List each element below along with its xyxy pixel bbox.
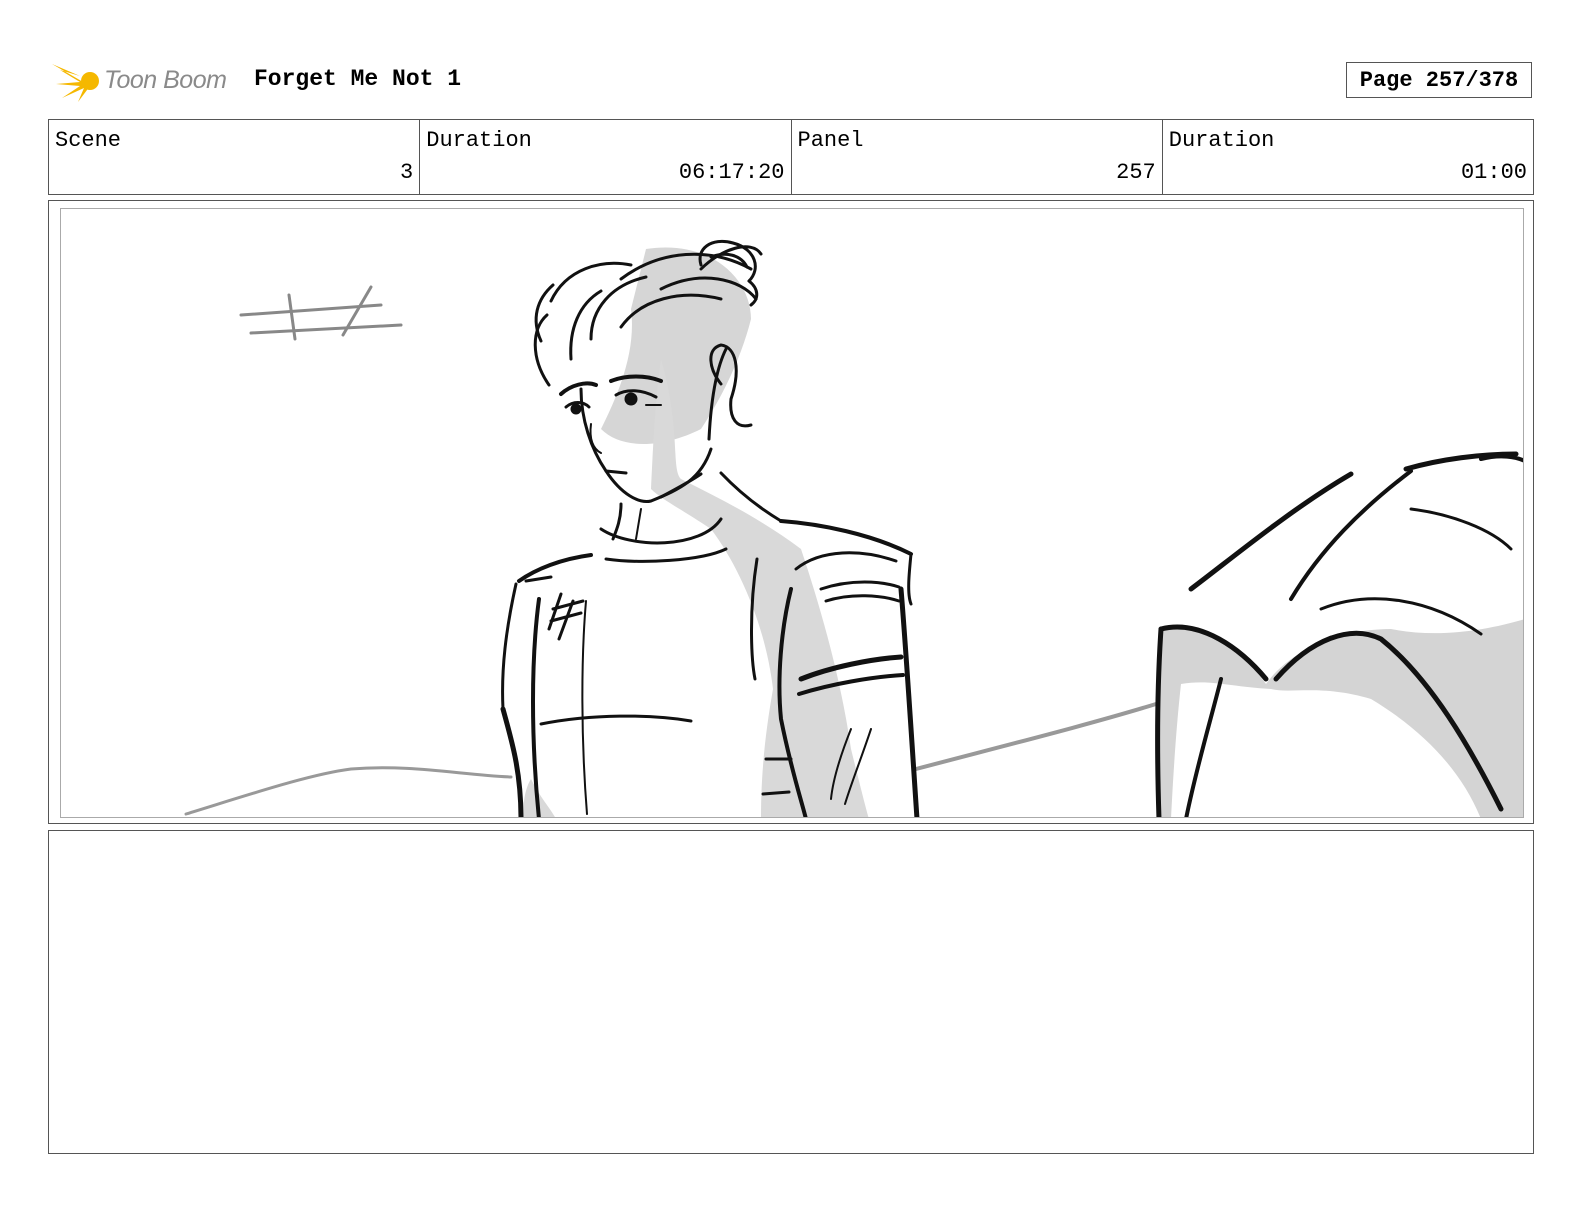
document-title: Forget Me Not 1 [254,66,462,92]
page-number: Page 257/378 [1346,62,1532,98]
panel-notes-box [48,830,1534,1154]
scene-value: 3 [400,160,414,185]
scene-duration-cell: Duration 06:17:20 [420,120,792,194]
scene-cell: Scene 3 [49,120,421,194]
scene-duration-value: 06:17:20 [678,160,785,185]
panel-value: 257 [1116,160,1156,185]
toon-boom-logo: Toon Boom [50,56,240,106]
panel-duration-value: 01:00 [1460,160,1527,185]
panel-label: Panel [797,128,864,153]
panel-duration-label: Duration [1168,128,1275,153]
sketch-drawing [184,240,1523,817]
logo-text: Toon Boom [104,66,227,94]
star-burst-icon [52,64,99,102]
panel-image-frame [48,200,1534,824]
panel-duration-cell: Duration 01:00 [1163,120,1533,194]
panel-cell: Panel 257 [792,120,1163,194]
panel-sketch [60,208,1524,818]
scene-label: Scene [55,128,122,153]
scene-info-table: Scene 3 Duration 06:17:20 Panel 257 Dura… [48,119,1534,195]
scene-duration-label: Duration [426,128,532,153]
